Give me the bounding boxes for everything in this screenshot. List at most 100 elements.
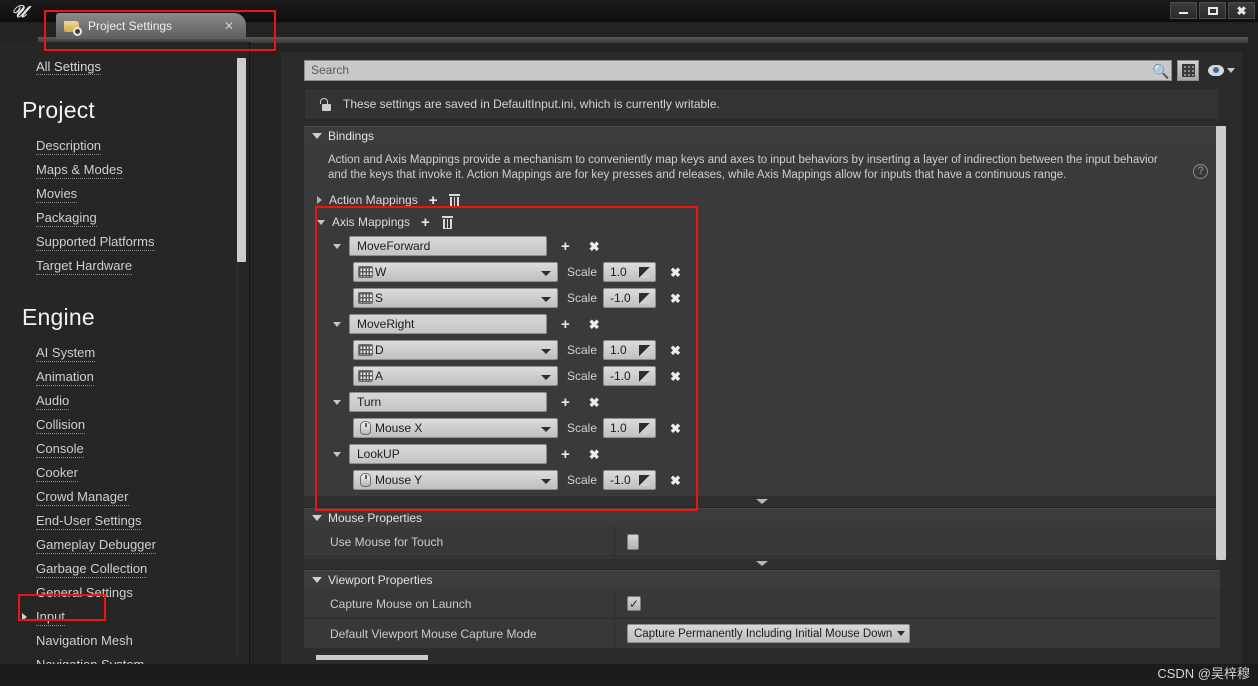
remove-axis-button[interactable]: ✖ xyxy=(589,448,600,461)
search-input[interactable] xyxy=(311,60,1141,80)
collapse-triangle-icon[interactable] xyxy=(317,219,325,225)
property-label: Default Viewport Mouse Capture Mode xyxy=(330,626,537,641)
remove-axis-button[interactable]: ✖ xyxy=(589,396,600,409)
sidebar-item-general-settings[interactable]: General Settings xyxy=(0,581,250,605)
sidebar-item-input[interactable]: Input xyxy=(0,605,250,629)
expand-triangle-icon[interactable] xyxy=(317,196,322,204)
scale-input[interactable]: 1.0 xyxy=(603,340,657,360)
watermark: CSDN @吴梓穆 xyxy=(1157,666,1250,681)
mouse-capture-mode-dropdown[interactable]: Capture Permanently Including Initial Mo… xyxy=(627,624,911,643)
capture-mouse-on-launch-checkbox[interactable]: ✓ xyxy=(627,596,641,611)
axis-name-input[interactable]: MoveRight xyxy=(349,314,547,334)
key-select[interactable]: A xyxy=(353,366,558,386)
remove-axis-button[interactable]: ✖ xyxy=(589,240,600,253)
key-select[interactable]: Mouse Y xyxy=(353,470,558,490)
key-select[interactable]: W xyxy=(353,262,558,282)
sidebar-item-garbage-collection[interactable]: Garbage Collection xyxy=(0,557,250,581)
delete-all-action-mappings-button[interactable] xyxy=(449,193,461,207)
key-select[interactable]: Mouse X xyxy=(353,418,558,438)
remove-key-button[interactable]: ✖ xyxy=(670,422,681,435)
sidebar-item-maps-modes[interactable]: Maps & Modes xyxy=(0,158,250,182)
spinner-icon[interactable] xyxy=(639,423,651,434)
sidebar-item-crowd-manager[interactable]: Crowd Manager xyxy=(0,485,250,509)
remove-key-button[interactable]: ✖ xyxy=(670,344,681,357)
eye-icon xyxy=(1208,64,1224,76)
remove-key-button[interactable]: ✖ xyxy=(670,370,681,383)
add-key-button[interactable]: + xyxy=(558,447,573,462)
collapse-triangle-icon[interactable] xyxy=(333,243,341,249)
bindings-body: Action and Axis Mappings provide a mecha… xyxy=(304,145,1220,495)
main-scrollbar-thumb[interactable] xyxy=(1216,126,1226,560)
search-icon[interactable]: 🔍 xyxy=(1152,64,1169,79)
grid-view-button[interactable] xyxy=(1177,59,1199,81)
visibility-options-button[interactable] xyxy=(1208,64,1235,76)
add-key-button[interactable]: + xyxy=(558,395,573,410)
scale-input[interactable]: 1.0 xyxy=(603,262,657,282)
keyboard-icon xyxy=(358,370,373,382)
sidebar-item-navigation-mesh[interactable]: Navigation Mesh xyxy=(0,629,250,653)
scale-input[interactable]: -1.0 xyxy=(603,288,657,308)
collapse-triangle-icon[interactable] xyxy=(333,399,341,405)
action-mappings-row[interactable]: Action Mappings + xyxy=(304,189,1220,211)
tab-close-icon[interactable]: ✕ xyxy=(220,19,238,33)
sidebar-item-gameplay-debugger[interactable]: Gameplay Debugger xyxy=(0,533,250,557)
key-select[interactable]: D xyxy=(353,340,558,360)
spinner-icon[interactable] xyxy=(639,293,651,304)
key-select[interactable]: S xyxy=(353,288,558,308)
sidebar-item-target-hardware[interactable]: Target Hardware xyxy=(0,254,250,278)
sidebar-item-console[interactable]: Console xyxy=(0,437,250,461)
search-field-wrapper[interactable]: 🔍 xyxy=(304,59,1172,81)
sidebar-item-cooker[interactable]: Cooker xyxy=(0,461,250,485)
remove-key-button[interactable]: ✖ xyxy=(670,266,681,279)
chevron-down-icon xyxy=(541,297,551,302)
scale-input[interactable]: -1.0 xyxy=(603,366,657,386)
chevron-down-icon xyxy=(541,375,551,380)
add-action-mapping-button[interactable]: + xyxy=(426,193,441,208)
horizontal-scrollbar-thumb[interactable] xyxy=(316,655,428,660)
use-mouse-for-touch-checkbox[interactable] xyxy=(627,533,639,550)
sidebar-item-description[interactable]: Description xyxy=(0,134,250,158)
sidebar-group-title-engine: Engine xyxy=(22,304,95,330)
axis-name-input[interactable]: LookUP xyxy=(349,444,547,464)
sidebar-item-packaging[interactable]: Packaging xyxy=(0,206,250,230)
sidebar-item-movies[interactable]: Movies xyxy=(0,182,250,206)
section-splitter[interactable] xyxy=(304,557,1220,570)
sidebar-item-all-settings[interactable]: All Settings xyxy=(36,59,102,75)
sidebar-item-animation[interactable]: Animation xyxy=(0,365,250,389)
sidebar-item-collision[interactable]: Collision xyxy=(0,413,250,437)
remove-key-button[interactable]: ✖ xyxy=(670,292,681,305)
remove-key-button[interactable]: ✖ xyxy=(670,474,681,487)
sidebar-item-ai-system[interactable]: AI System xyxy=(0,341,250,365)
sidebar-item-audio[interactable]: Audio xyxy=(0,389,250,413)
sidebar-item-end-user-settings[interactable]: End-User Settings xyxy=(0,509,250,533)
spinner-icon[interactable] xyxy=(639,345,651,356)
spinner-icon[interactable] xyxy=(639,371,651,382)
scale-label: Scale xyxy=(567,421,598,435)
sidebar-item-supported-platforms[interactable]: Supported Platforms xyxy=(0,230,250,254)
help-icon[interactable]: ? xyxy=(1193,164,1208,179)
section-header-viewport-properties[interactable]: Viewport Properties xyxy=(304,570,1220,589)
expand-down-icon xyxy=(756,561,768,566)
axis-key-row: D Scale 1.0 ✖ xyxy=(317,337,1220,363)
spinner-icon[interactable] xyxy=(639,475,651,486)
property-row-capture-mouse-on-launch: Capture Mouse on Launch ✓ xyxy=(304,588,1220,619)
section-header-mouse-properties[interactable]: Mouse Properties xyxy=(304,508,1220,527)
scale-input[interactable]: -1.0 xyxy=(603,470,657,490)
main-scrollbar-track[interactable] xyxy=(1216,126,1226,660)
sidebar-scrollbar-thumb[interactable] xyxy=(237,58,246,262)
collapse-triangle-icon[interactable] xyxy=(333,451,341,457)
scale-input[interactable]: 1.0 xyxy=(603,418,657,438)
collapse-triangle-icon[interactable] xyxy=(333,321,341,327)
axis-mappings-row[interactable]: Axis Mappings + xyxy=(304,211,1220,233)
section-splitter[interactable] xyxy=(304,495,1220,508)
add-axis-mapping-button[interactable]: + xyxy=(418,215,433,230)
delete-all-axis-mappings-button[interactable] xyxy=(441,215,453,229)
axis-name-input[interactable]: MoveForward xyxy=(349,236,547,256)
axis-name-input[interactable]: Turn xyxy=(349,392,547,412)
remove-axis-button[interactable]: ✖ xyxy=(589,318,600,331)
tab-project-settings[interactable]: Project Settings ✕ xyxy=(56,13,246,39)
add-key-button[interactable]: + xyxy=(558,239,573,254)
add-key-button[interactable]: + xyxy=(558,317,573,332)
spinner-icon[interactable] xyxy=(639,267,651,278)
section-header-bindings[interactable]: Bindings xyxy=(304,126,1220,145)
